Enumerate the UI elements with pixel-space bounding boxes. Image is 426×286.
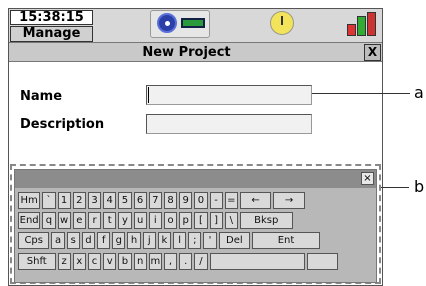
key[interactable]: s: [66, 232, 80, 249]
key[interactable]: Shft: [18, 253, 56, 270]
callout-a-label: a: [414, 83, 424, 102]
key[interactable]: [: [194, 212, 208, 229]
key[interactable]: 6: [133, 192, 147, 209]
key[interactable]: Bksp: [239, 212, 293, 229]
description-input[interactable]: [146, 114, 312, 134]
key[interactable]: ←: [239, 192, 272, 209]
callout-a-line: [312, 93, 410, 94]
key[interactable]: g: [112, 232, 126, 249]
key[interactable]: c: [87, 253, 102, 270]
key[interactable]: ;: [188, 232, 202, 249]
key[interactable]: l: [173, 232, 187, 249]
text-cursor: [148, 87, 149, 103]
close-button[interactable]: X: [364, 44, 381, 61]
key[interactable]: 2: [72, 192, 86, 209]
key[interactable]: `: [42, 192, 56, 209]
key[interactable]: 4: [103, 192, 117, 209]
key[interactable]: Del: [218, 232, 251, 249]
key[interactable]: 0: [194, 192, 208, 209]
disc-icon[interactable]: [157, 13, 177, 33]
key[interactable]: x: [72, 253, 86, 270]
key[interactable]: Cps: [18, 232, 50, 249]
key[interactable]: a: [51, 232, 65, 249]
key[interactable]: ': [203, 232, 217, 249]
description-label: Description: [20, 117, 105, 132]
key[interactable]: ,: [163, 253, 178, 270]
key[interactable]: t: [103, 212, 117, 229]
key[interactable]: r: [87, 212, 102, 229]
key[interactable]: h: [127, 232, 141, 249]
name-input[interactable]: [146, 85, 312, 105]
blank-key[interactable]: [209, 253, 305, 270]
key[interactable]: 9: [179, 192, 193, 209]
key[interactable]: 1: [57, 192, 71, 209]
key[interactable]: v: [103, 253, 117, 270]
key[interactable]: z: [57, 253, 71, 270]
key[interactable]: =: [224, 192, 238, 209]
key[interactable]: End: [18, 212, 41, 229]
key[interactable]: /: [194, 253, 208, 270]
key[interactable]: -: [209, 192, 223, 209]
name-label: Name: [20, 89, 63, 104]
key[interactable]: 5: [118, 192, 132, 209]
blank-key[interactable]: [306, 253, 339, 270]
key[interactable]: Hm: [18, 192, 41, 209]
key[interactable]: 8: [163, 192, 178, 209]
key[interactable]: ]: [209, 212, 223, 229]
key[interactable]: d: [81, 232, 96, 249]
key[interactable]: 3: [87, 192, 102, 209]
clock-icon[interactable]: [270, 11, 294, 35]
manage-menu-button[interactable]: Manage: [10, 26, 93, 42]
key[interactable]: y: [118, 212, 132, 229]
key[interactable]: .: [179, 253, 193, 270]
key[interactable]: 7: [148, 192, 162, 209]
key[interactable]: b: [118, 253, 132, 270]
memory-card-icon[interactable]: [181, 18, 205, 28]
keyboard-title-bar[interactable]: [15, 170, 376, 188]
key[interactable]: u: [133, 212, 147, 229]
key[interactable]: n: [133, 253, 147, 270]
key[interactable]: →: [273, 192, 305, 209]
keyboard-close-button[interactable]: ×: [361, 172, 374, 185]
callout-b-line: [381, 187, 409, 188]
key[interactable]: f: [97, 232, 111, 249]
key[interactable]: k: [157, 232, 172, 249]
key[interactable]: o: [163, 212, 178, 229]
window-title: New Project: [142, 45, 231, 60]
key[interactable]: j: [142, 232, 156, 249]
battery-icon[interactable]: [347, 10, 377, 36]
key[interactable]: Ent: [252, 232, 320, 249]
key[interactable]: p: [179, 212, 193, 229]
key[interactable]: \: [224, 212, 238, 229]
key[interactable]: i: [148, 212, 162, 229]
clock-time: 15:38:15: [10, 10, 93, 25]
key[interactable]: m: [148, 253, 162, 270]
key[interactable]: e: [72, 212, 86, 229]
callout-b-label: b: [414, 177, 425, 196]
key[interactable]: w: [57, 212, 71, 229]
key[interactable]: q: [42, 212, 56, 229]
